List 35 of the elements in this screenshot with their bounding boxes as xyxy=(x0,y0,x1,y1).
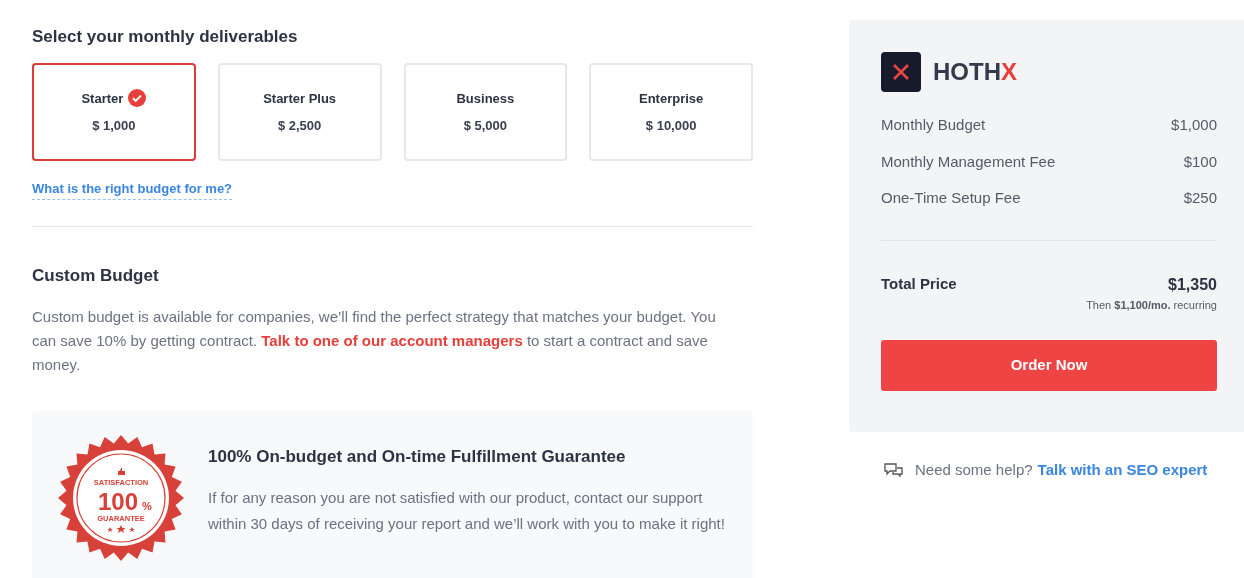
plan-name: Starter Plus xyxy=(263,89,337,108)
plan-price: $ 2,500 xyxy=(277,117,322,135)
chat-icon xyxy=(884,462,903,478)
check-icon xyxy=(128,89,147,108)
fee-value: $100 xyxy=(1183,151,1217,172)
budget-help-link[interactable]: What is the right budget for me? xyxy=(32,179,233,200)
fee-value: $250 xyxy=(1183,188,1217,208)
total-label: Total Price xyxy=(881,273,957,294)
help-text: Need some help? xyxy=(915,460,1033,480)
plan-card[interactable]: Starter Plus $ 2,500 xyxy=(217,63,382,161)
fee-label: One-Time Setup Fee xyxy=(881,188,1021,208)
logo-icon xyxy=(881,52,921,92)
plan-name: Enterprise xyxy=(638,89,704,108)
total-value: $1,350 xyxy=(1168,274,1217,295)
plan-name: Starter xyxy=(81,89,124,108)
guarantee-title: 100% On-budget and On-time Fulfillment Guarantee xyxy=(208,445,627,468)
section-heading: Custom Budget xyxy=(32,265,160,287)
seo-expert-link[interactable]: Talk with an SEO expert xyxy=(1037,459,1208,482)
plan-price: $ 5,000 xyxy=(463,117,508,135)
custom-budget-text: Custom budget is available for companies, we’ll find the perfect strategy that matches your budget. You can save 10% by getting contract. Talk to one of our account managers to start a contract and save money. xyxy=(32,306,717,375)
plan-card[interactable]: Enterprise $ 10,000 xyxy=(589,63,753,161)
guarantee-text: If for any reason you are not satisfied with our product, contact our support within 30 days of receiving your report and we’ll work with you to make it right! xyxy=(208,488,726,534)
fee-label: Monthly Budget xyxy=(881,115,986,135)
fee-label: Monthly Management Fee xyxy=(881,151,1056,172)
section-heading: Select your monthly deliverables xyxy=(32,26,299,46)
recurring-note: Then $1,100/mo. recurring xyxy=(1086,297,1217,313)
account-managers-link[interactable]: Talk to one of our account managers xyxy=(261,331,523,349)
plan-card[interactable]: Business $ 5,000 xyxy=(403,63,568,161)
plan-card[interactable]: Starter $ 1,000 xyxy=(32,63,196,161)
order-now-button[interactable]: Order Now xyxy=(881,340,1217,391)
plan-price: $ 10,000 xyxy=(645,117,697,135)
plan-price: $ 1,000 xyxy=(92,117,136,135)
fee-value: $1,000 xyxy=(1171,115,1217,135)
logo-text: HOTHX xyxy=(933,57,1017,87)
plan-name: Business xyxy=(456,89,515,108)
